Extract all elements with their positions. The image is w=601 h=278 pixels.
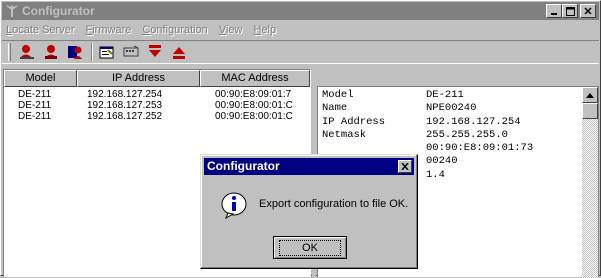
table-row[interactable]: DE-211 192.168.127.252 00:90:E8:00:01:C — [4, 111, 310, 122]
table-row[interactable]: DE-211 192.168.127.254 00:90:E8:09:01:7 — [4, 89, 310, 100]
maximize-button[interactable] — [562, 4, 578, 18]
detail-row: Model DE-211 — [322, 89, 464, 101]
window-title: Configurator — [22, 4, 95, 18]
properties-icon[interactable] — [97, 43, 117, 61]
unlock-server-icon[interactable] — [65, 43, 85, 61]
cell-model: DE-211 — [18, 111, 52, 122]
menu-bar: Locate Server Firmware Configuration Vie… — [2, 21, 599, 39]
title-bar[interactable]: Configurator — [2, 2, 599, 20]
close-button[interactable] — [580, 4, 596, 18]
cell-mac: 00:90:E8:00:01:C — [215, 100, 293, 111]
toolbar — [2, 40, 599, 64]
minimize-button[interactable] — [546, 4, 562, 18]
locate-server-icon[interactable] — [17, 43, 37, 61]
column-header-mac-address[interactable]: MAC Address — [200, 70, 310, 87]
cell-mac: 00:90:E8:00:01:C — [215, 111, 293, 122]
scroll-up-button[interactable] — [582, 87, 598, 103]
cell-ip: 192.168.127.253 — [87, 100, 163, 111]
column-header-model[interactable]: Model — [4, 70, 77, 87]
ok-button-label: OK — [279, 239, 341, 256]
toolbar-grip[interactable] — [8, 43, 11, 61]
detail-row: Name NPE00240 — [322, 102, 477, 115]
detail-row: Netmask 255.255.255.0 — [322, 128, 508, 141]
info-icon — [220, 191, 247, 220]
export-icon[interactable] — [145, 43, 165, 61]
menu-locate-server[interactable]: Locate Server — [6, 24, 75, 36]
menu-firmware[interactable]: Firmware — [86, 24, 132, 36]
toolbar-separator — [91, 43, 93, 61]
menu-view[interactable]: View — [219, 24, 243, 36]
dialog-close-button[interactable] — [398, 160, 412, 173]
remove-server-icon[interactable] — [41, 43, 61, 61]
arrow-up-icon — [586, 92, 594, 98]
column-header-ip-address[interactable]: IP Address — [77, 70, 200, 87]
ok-button[interactable]: OK — [273, 236, 347, 259]
cell-model: DE-211 — [18, 89, 52, 100]
menu-configuration[interactable]: Configuration — [142, 24, 207, 36]
cell-model: DE-211 — [18, 100, 52, 111]
dialog-title: Configurator — [207, 159, 280, 173]
detail-row: IP Address 192.168.127.254 — [322, 115, 521, 128]
main-window: Configurator Locate Server Firmware Conf… — [0, 0, 601, 278]
network-icon[interactable] — [121, 43, 141, 61]
message-dialog: Configurator Export configuration to fil… — [200, 154, 418, 269]
cell-ip: 192.168.127.252 — [87, 111, 163, 122]
cell-mac: 00:90:E8:09:01:7 — [215, 89, 292, 100]
dialog-title-bar[interactable]: Configurator — [204, 158, 414, 175]
dialog-message: Export configuration to file OK. — [259, 198, 409, 210]
close-icon — [401, 163, 409, 170]
antenna-icon — [5, 4, 19, 18]
vertical-scrollbar[interactable] — [582, 87, 598, 278]
cell-ip: 192.168.127.254 — [87, 89, 163, 100]
scroll-thumb[interactable] — [582, 103, 598, 119]
import-icon[interactable] — [169, 43, 189, 61]
table-row[interactable]: DE-211 192.168.127.253 00:90:E8:00:01:C — [4, 100, 310, 111]
list-header: Model IP Address MAC Address — [4, 70, 310, 87]
menu-help[interactable]: Help — [253, 24, 276, 36]
